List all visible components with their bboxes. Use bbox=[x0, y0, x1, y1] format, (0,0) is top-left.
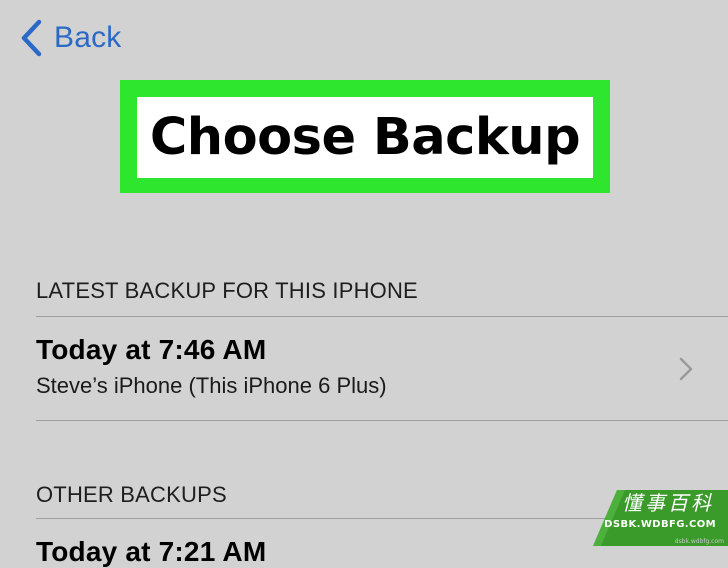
watermark-chinese: 懂事百科 bbox=[622, 491, 714, 515]
chevron-right-icon bbox=[679, 357, 693, 381]
section-header-latest: LATEST BACKUP FOR THIS IPHONE bbox=[36, 278, 418, 303]
page-title: Choose Backup bbox=[149, 108, 581, 167]
divider bbox=[36, 420, 728, 421]
backup-row-latest[interactable]: Today at 7:46 AM Steve’s iPhone (This iP… bbox=[0, 317, 728, 420]
back-label: Back bbox=[54, 21, 122, 54]
title-box: Choose Backup bbox=[137, 97, 593, 178]
title-highlight: Choose Backup bbox=[120, 80, 610, 193]
back-button[interactable]: Back bbox=[20, 18, 122, 58]
watermark: 懂事百科 DSBK.WDBFG.COM dsbk.wdbfg.com bbox=[593, 490, 728, 546]
watermark-small: dsbk.wdbfg.com bbox=[674, 538, 724, 545]
chevron-left-icon bbox=[21, 19, 42, 57]
backup-row-title: Today at 7:21 AM bbox=[36, 536, 267, 567]
backup-row-subtitle: Steve’s iPhone (This iPhone 6 Plus) bbox=[36, 373, 387, 398]
section-header-other: OTHER BACKUPS bbox=[36, 482, 227, 507]
watermark-url: DSBK.WDBFG.COM bbox=[604, 519, 716, 530]
backup-row-title: Today at 7:46 AM bbox=[36, 334, 267, 365]
